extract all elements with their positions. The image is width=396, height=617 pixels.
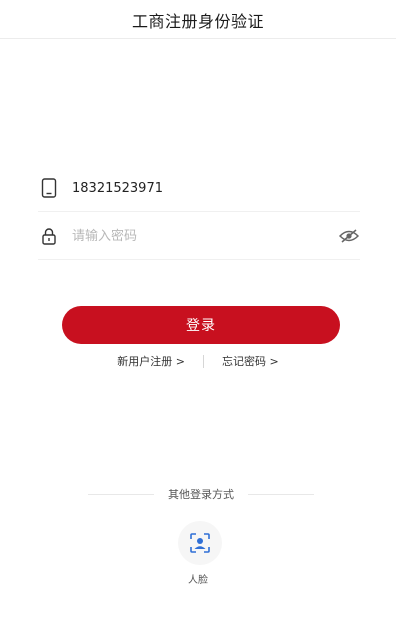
phone-icon xyxy=(38,177,60,199)
face-login-label: 人脸 xyxy=(188,575,208,586)
divider-right xyxy=(248,493,314,495)
register-link[interactable]: 新用户注册 > xyxy=(117,353,185,369)
link-divider xyxy=(203,354,204,368)
app-header: 工商注册身份验证 xyxy=(0,0,396,39)
password-input[interactable] xyxy=(72,225,322,247)
other-login-title: 其他登录方式 xyxy=(168,488,234,501)
face-login-button[interactable] xyxy=(178,521,222,565)
face-scan-icon xyxy=(190,533,210,553)
login-button[interactable]: 登录 xyxy=(62,306,340,344)
phone-field-row xyxy=(38,165,360,212)
lock-icon xyxy=(38,225,60,247)
page-title: 工商注册身份验证 xyxy=(131,12,264,31)
other-login-header: 其他登录方式 xyxy=(88,486,314,502)
password-field-row xyxy=(38,213,360,260)
divider-left xyxy=(88,493,154,495)
eye-icon[interactable] xyxy=(338,225,360,247)
forgot-password-link[interactable]: 忘记密码 > xyxy=(222,353,279,369)
phone-input[interactable] xyxy=(72,177,322,199)
account-links: 新用户注册 > 忘记密码 > xyxy=(0,352,396,370)
